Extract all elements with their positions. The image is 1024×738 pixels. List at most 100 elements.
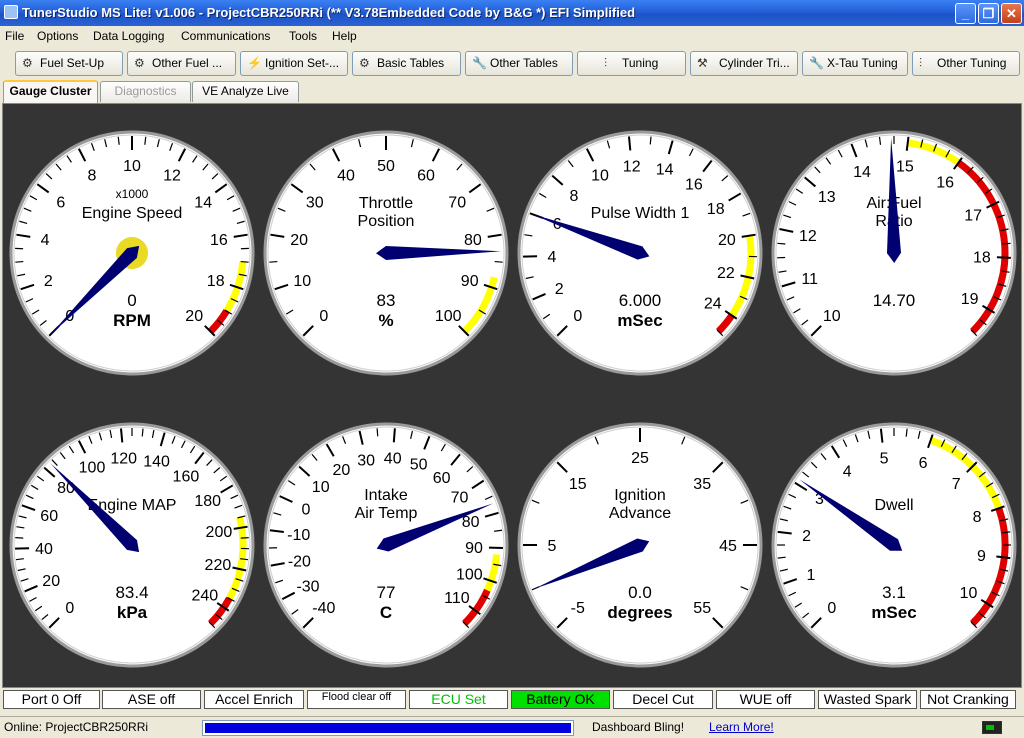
gauge-dial: -5 5 15 25 35 45 55 IgnitionAdvance 0.0degrees: [517, 422, 763, 668]
gauge-units: mSec: [871, 603, 916, 622]
indicator-not-cranking: Not Cranking: [920, 690, 1016, 709]
tick-label: 2: [44, 273, 53, 290]
menu-data-logging[interactable]: Data Logging: [93, 29, 164, 43]
gauge-title: Ignition: [614, 487, 666, 504]
tab-strip: Gauge Cluster Diagnostics VE Analyze Liv…: [0, 80, 1024, 103]
tuning-button[interactable]: ⫶ Tuning: [577, 51, 686, 76]
tick-label: 2: [802, 528, 811, 545]
wrench-icon: 🔧: [809, 56, 824, 70]
gauge-title: Dwell: [874, 497, 913, 514]
minor-tick: [15, 260, 24, 263]
gauge-value: 3.1: [882, 583, 906, 602]
tick-label: 12: [163, 168, 181, 185]
app-icon: [4, 5, 18, 19]
minor-tick: [269, 260, 278, 263]
minor-tick: [649, 136, 652, 145]
tick-label: 4: [41, 232, 50, 249]
other-tables-label: Other Tables: [490, 56, 558, 70]
tick-label: 10: [293, 273, 311, 290]
learn-more-link[interactable]: Learn More!: [709, 719, 774, 737]
fuel-setup-button[interactable]: ⚙ Fuel Set-Up: [15, 51, 123, 76]
menu-options[interactable]: Options: [37, 29, 78, 43]
other-tuning-button[interactable]: ⫶ Other Tuning: [912, 51, 1020, 76]
tick-label: 15: [896, 159, 914, 176]
tab-ve-analyze-live[interactable]: VE Analyze Live: [192, 81, 299, 102]
ignition-setup-label: Ignition Set-...: [265, 56, 340, 70]
gauge-value: 77: [377, 583, 396, 602]
gauge-title: Position: [358, 213, 415, 230]
tick-label: 8: [973, 509, 982, 526]
basic-tables-button[interactable]: ⚙ Basic Tables: [352, 51, 461, 76]
tick-label: 20: [333, 462, 351, 479]
gauge-dial: 012345 678910Dwell3.1mSec: [771, 422, 1017, 668]
tuning-label: Tuning: [622, 56, 659, 70]
tab-diagnostics[interactable]: Diagnostics: [100, 81, 191, 102]
tick-label: 16: [210, 232, 228, 249]
tick-label: 80: [464, 232, 482, 249]
other-tables-button[interactable]: 🔧 Other Tables: [465, 51, 573, 76]
tick-label: 50: [377, 158, 395, 175]
gauge-title: Throttle: [359, 195, 413, 212]
tick-label: 17: [964, 207, 982, 224]
tab-gauge-cluster[interactable]: Gauge Cluster: [3, 80, 98, 103]
x-tau-tuning-label: X-Tau Tuning: [827, 56, 898, 70]
dashboard-bling-text: Dashboard Bling!: [592, 720, 685, 734]
progress-bar: [202, 720, 574, 736]
gauge-title: Intake: [364, 487, 408, 504]
gauge-units: kPa: [117, 603, 148, 622]
gauge-dial: 02468101214161820x1000Engine Speed0RPM: [9, 130, 255, 376]
gauge-dial: 024681012141618202224Pulse Width 16.000m…: [517, 130, 763, 376]
minimize-button[interactable]: _: [955, 3, 976, 24]
tick-label: 12: [799, 228, 817, 245]
tick-label: 14: [853, 164, 871, 181]
tick-label: 140: [143, 454, 170, 471]
tick-label: 18: [707, 201, 725, 218]
gauge-engine-map: 0 20 40 60 80 100 120 140 160 180 200 220 240 Engine …: [7, 420, 257, 670]
tick-label: 8: [570, 188, 579, 205]
ignition-setup-button[interactable]: ⚡ Ignition Set-...: [240, 51, 348, 76]
tick-label: 0: [65, 600, 74, 617]
gauge-value: 6.000: [619, 291, 662, 310]
tick-label: 20: [42, 573, 60, 590]
other-fuel-button[interactable]: ⚙ Other Fuel ...: [127, 51, 236, 76]
window-titlebar: TunerStudio MS Lite! v1.006 - ProjectCBR…: [0, 0, 1024, 26]
tick-label: -40: [312, 600, 335, 617]
cylinder-trim-button[interactable]: ⚒ Cylinder Tri...: [690, 51, 798, 76]
tick-label: 12: [623, 158, 641, 175]
indicator-decel-cut: Decel Cut: [613, 690, 713, 709]
gauge-dial: 10111213141516171819Air:FuelRatio14.70: [771, 130, 1017, 376]
minor-tick: [240, 260, 249, 263]
engine-icon: ⚙: [359, 56, 370, 70]
tick-label: 1: [806, 567, 815, 584]
tick-label: 13: [818, 189, 836, 206]
tick-label: 6: [919, 455, 928, 472]
major-tick: [996, 256, 1011, 259]
menu-bar: File Options Data Logging Communications…: [0, 26, 1024, 46]
tuning-icon: ⫶: [604, 56, 608, 70]
minor-tick: [1002, 242, 1011, 245]
gauge-cluster-panel: 02468101214161820x1000Engine Speed0RPM01…: [2, 103, 1022, 688]
tick-label: 6: [56, 194, 65, 211]
scale-multiplier: x1000: [116, 187, 149, 201]
menu-file[interactable]: File: [5, 29, 24, 43]
tick-label: 15: [569, 476, 587, 493]
gauge-units: RPM: [113, 311, 151, 330]
menu-communications[interactable]: Communications: [181, 29, 270, 43]
menu-help[interactable]: Help: [332, 29, 357, 43]
menu-tools[interactable]: Tools: [289, 29, 317, 43]
gauge-dial: -40-30-20-100102030 40 5060708090100110Int…: [263, 422, 509, 668]
tick-label: 100: [456, 567, 483, 584]
tick-label: 160: [173, 469, 200, 486]
tick-label: 90: [461, 273, 479, 290]
tick-label: 18: [207, 273, 225, 290]
x-tau-tuning-button[interactable]: 🔧 X-Tau Tuning: [802, 51, 908, 76]
close-button[interactable]: ✕: [1001, 3, 1022, 24]
maximize-button[interactable]: ❐: [978, 3, 999, 24]
tick-label: 10: [591, 168, 609, 185]
tick-label: 35: [693, 476, 711, 493]
tick-label: 200: [206, 524, 233, 541]
gauge-units: C: [380, 603, 392, 622]
tick-label: 4: [548, 249, 557, 266]
tick-label: 10: [312, 479, 330, 496]
tick-label: 100: [79, 460, 106, 477]
